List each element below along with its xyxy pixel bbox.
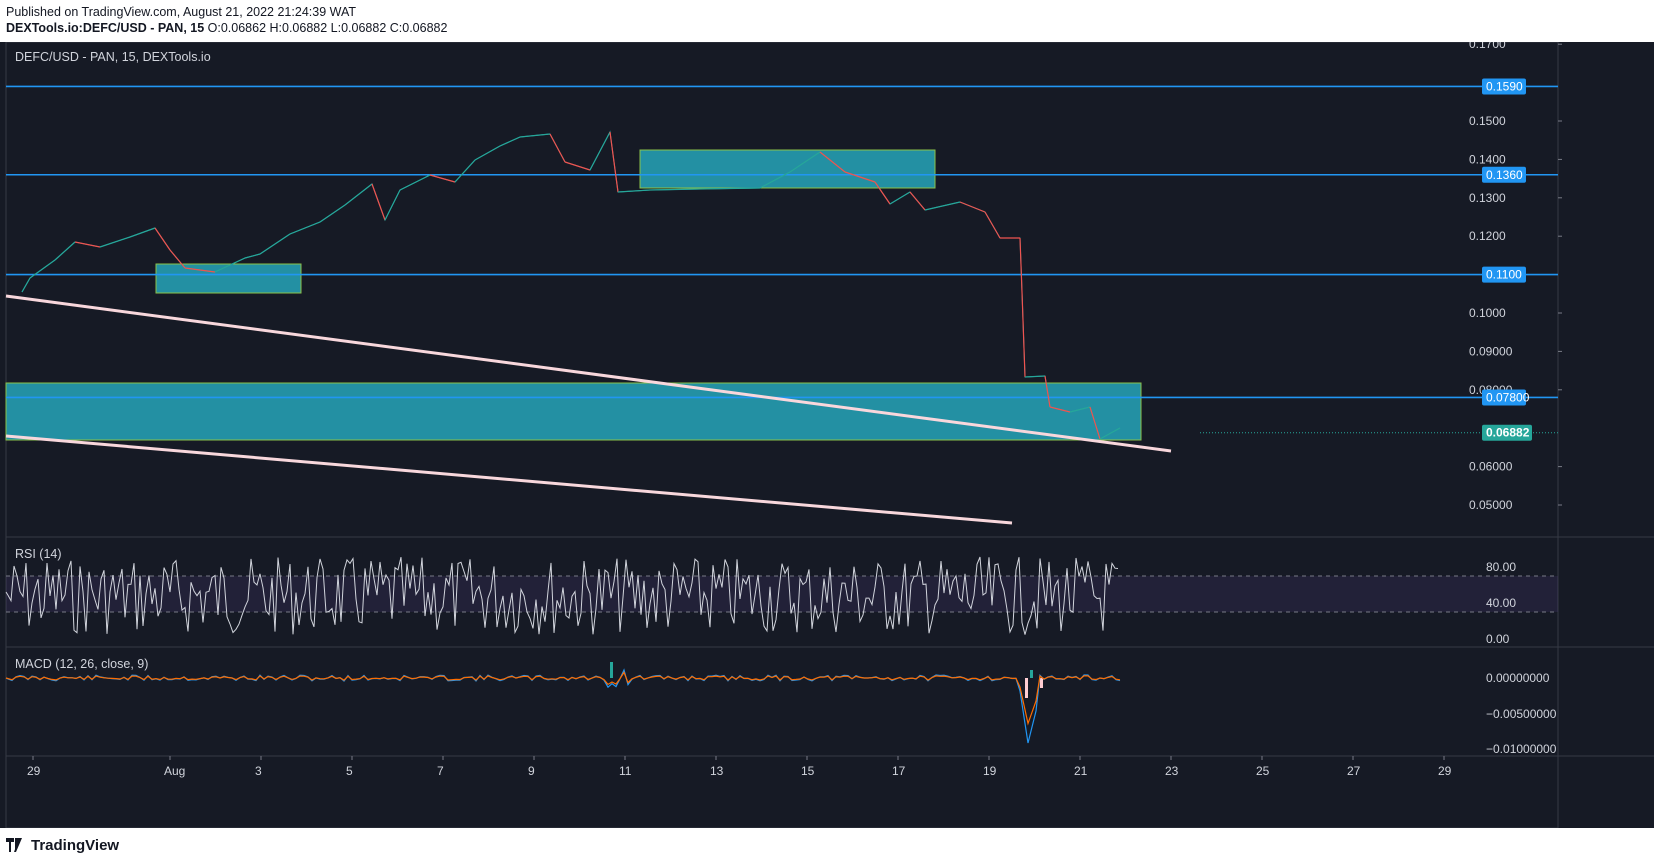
price-segment xyxy=(54,241,76,261)
price-scale-label: 0.1200 xyxy=(1469,229,1506,243)
macd-scale-label: −0.01000000 xyxy=(1486,742,1557,756)
price-scale-label: 0.1700 xyxy=(1469,42,1506,51)
chart-legend: DEFC/USD - PAN, 15, DEXTools.io xyxy=(15,50,211,64)
macd-label: MACD (12, 26, close, 9) xyxy=(15,657,148,671)
price-segment xyxy=(399,174,431,191)
price-segment xyxy=(617,189,651,193)
tradingview-logo-icon xyxy=(6,838,22,852)
price-scale-label: 0.06000 xyxy=(1469,460,1513,474)
price-segment xyxy=(959,201,986,213)
macd-signal-line xyxy=(5,671,1121,726)
rsi-label: RSI (14) xyxy=(15,547,62,561)
rsi-scale-label: 0.00 xyxy=(1486,632,1510,646)
price-segment xyxy=(244,253,261,259)
time-axis-label: 29 xyxy=(1438,764,1452,778)
price-segment xyxy=(649,188,701,191)
macd-line xyxy=(5,668,1121,744)
price-segment xyxy=(474,145,501,161)
rsi-scale-label: 40.00 xyxy=(1486,596,1516,610)
price-segment xyxy=(609,131,619,193)
price-level-badge-text: 0.07800 xyxy=(1486,390,1530,404)
price-segment xyxy=(129,227,156,238)
price-segment xyxy=(889,191,911,205)
price-segment xyxy=(259,233,291,255)
supply-demand-zone xyxy=(155,263,302,294)
macd-scale-label: −0.00500000 xyxy=(1486,707,1557,721)
time-axis-label: 11 xyxy=(619,764,632,778)
price-segment xyxy=(1021,291,1026,378)
macd-scale-label: 0.00000000 xyxy=(1486,671,1550,685)
time-axis-label: 13 xyxy=(710,764,724,778)
time-axis-label: Aug xyxy=(164,764,185,778)
price-segment xyxy=(984,211,1001,239)
symbol-ohlc-line: DEXTools.io:DEFC/USD - PAN, 15 O:0.06862… xyxy=(6,20,447,36)
time-axis-label: 17 xyxy=(892,764,906,778)
price-segment xyxy=(99,236,131,248)
price-segment xyxy=(371,183,386,221)
price-segment xyxy=(924,201,961,211)
price-scale-label: 0.1400 xyxy=(1469,152,1506,166)
macd-histogram-bar xyxy=(610,662,613,678)
price-segment xyxy=(589,131,611,171)
ohlc-values: O:0.06862 H:0.06882 L:0.06882 C:0.06882 xyxy=(207,21,448,35)
time-axis-label: 15 xyxy=(801,764,815,778)
time-axis-label: 23 xyxy=(1165,764,1179,778)
price-segment xyxy=(21,277,31,293)
tradingview-footer[interactable]: TradingView xyxy=(6,834,119,856)
time-axis-label: 3 xyxy=(255,764,262,778)
price-segment xyxy=(1019,237,1023,293)
price-segment xyxy=(289,221,321,235)
price-segment xyxy=(74,241,101,248)
price-scale-label: 0.1500 xyxy=(1469,114,1506,128)
supply-demand-zone xyxy=(639,149,936,189)
chart-area[interactable]: DEFC/USD - PAN, 15, DEXTools.io 0.1700 0.… xyxy=(0,42,1654,828)
macd-histogram-bar xyxy=(1030,670,1033,678)
price-segment xyxy=(154,227,171,251)
price-scale-label: 0.1000 xyxy=(1469,306,1506,320)
tradingview-brand: TradingView xyxy=(31,836,120,854)
price-segment xyxy=(319,204,346,223)
lower-trendline xyxy=(5,434,1013,525)
supply-demand-zone xyxy=(5,382,1142,441)
price-segment xyxy=(519,133,551,138)
time-axis-label: 21 xyxy=(1074,764,1088,778)
price-segment xyxy=(344,183,373,206)
price-segment xyxy=(429,174,456,183)
current-price-badge-text: 0.06882 xyxy=(1486,426,1530,440)
macd-histogram-bar xyxy=(1025,678,1028,698)
time-axis-label: 25 xyxy=(1256,764,1270,778)
time-axis-label: 27 xyxy=(1347,764,1361,778)
symbol-label: DEXTools.io:DEFC/USD - PAN, 15 xyxy=(6,21,205,35)
price-scale-label: 0.1300 xyxy=(1469,191,1506,205)
price-segment xyxy=(454,159,476,183)
price-segment xyxy=(1024,375,1046,378)
time-axis-label: 7 xyxy=(437,764,444,778)
price-segment xyxy=(549,133,566,163)
price-level-badge-text: 0.1590 xyxy=(1486,79,1523,93)
chart-header: Published on TradingView.com, August 21,… xyxy=(6,4,447,36)
price-segment xyxy=(909,191,926,211)
time-axis-label: 29 xyxy=(27,764,41,778)
price-segment xyxy=(564,161,591,171)
rsi-scale-label: 80.00 xyxy=(1486,560,1516,574)
price-level-badge-text: 0.1100 xyxy=(1486,268,1522,282)
price-scale-label: 0.09000 xyxy=(1469,344,1513,358)
price-segment xyxy=(384,189,401,221)
price-segment xyxy=(499,136,521,147)
macd-histogram-bar xyxy=(1040,678,1043,688)
rsi-band xyxy=(6,576,1558,612)
time-axis-label: 9 xyxy=(528,764,535,778)
chart-svg[interactable]: DEFC/USD - PAN, 15, DEXTools.io 0.1700 0.… xyxy=(0,42,1654,828)
time-axis-label: 5 xyxy=(346,764,353,778)
published-line: Published on TradingView.com, August 21,… xyxy=(6,5,356,19)
price-scale-label: 0.05000 xyxy=(1469,498,1513,512)
time-axis-label: 19 xyxy=(983,764,997,778)
price-level-badge-text: 0.1360 xyxy=(1486,168,1523,182)
